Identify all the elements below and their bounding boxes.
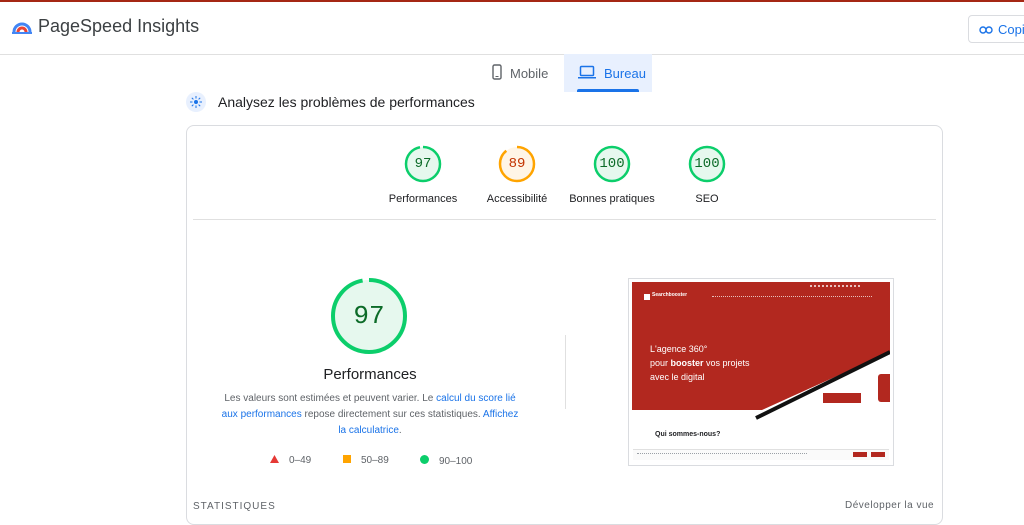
score-ring: 89	[498, 145, 536, 183]
copy-link-label: Copie	[998, 21, 1024, 37]
score-ring: 100	[593, 145, 631, 183]
app-title[interactable]: PageSpeed Insights	[38, 16, 199, 37]
performance-title: Performances	[323, 366, 417, 383]
stats-heading: STATISTIQUES	[193, 501, 276, 512]
sparkle-icon	[186, 92, 206, 112]
gauge-performance[interactable]: 97 Performances	[373, 145, 473, 205]
desc-text: Les valeurs sont estimées et peuvent var…	[224, 393, 437, 404]
performance-description: Les valeurs sont estimées et peuvent var…	[219, 391, 521, 439]
vertical-separator	[565, 335, 566, 409]
section-title-text: Analysez les problèmes de performances	[218, 94, 475, 110]
scores-divider	[193, 219, 936, 220]
legend-range: 0–49	[289, 455, 312, 466]
legend-fail: 0–49	[270, 455, 311, 466]
laptop-icon	[578, 65, 596, 82]
circle-icon	[420, 455, 429, 467]
desc-text: repose directement sur ces statistiques.	[301, 409, 483, 420]
desc-text: .	[398, 425, 402, 436]
app-header: PageSpeed Insights Copie	[0, 2, 1024, 55]
cookie-banner	[633, 449, 889, 460]
gauge-accessibility[interactable]: 89 Accessibilité	[467, 145, 567, 205]
legend-range: 50–89	[361, 455, 389, 466]
cookie-refuse-button	[871, 452, 885, 457]
square-icon	[343, 455, 351, 466]
score-value: 100	[599, 156, 625, 172]
page-screenshot[interactable]: Searchbooster L'agence 360° pour booster…	[628, 278, 894, 466]
tab-bureau[interactable]: Bureau	[564, 54, 652, 92]
gauge-seo[interactable]: 100 SEO	[657, 145, 757, 205]
score-value: 89	[508, 156, 526, 172]
score-label: Performances	[388, 193, 458, 205]
screenshot-hero: Searchbooster L'agence 360° pour booster…	[632, 282, 890, 420]
legend-average: 50–89	[343, 455, 389, 466]
expand-view-toggle[interactable]: Développer la vue	[845, 500, 934, 511]
gauge-best-practices[interactable]: 100 Bonnes pratiques	[562, 145, 662, 205]
score-ring: 100	[688, 145, 726, 183]
score-value: 97	[414, 156, 432, 172]
device-tabs: Mobile Bureau	[478, 54, 652, 92]
screenshot-heading: Qui sommes-nous?	[655, 431, 721, 438]
section-title: Analysez les problèmes de performances	[186, 92, 475, 112]
performance-score: 97	[353, 301, 385, 331]
score-label: Bonnes pratiques	[569, 193, 655, 205]
score-label: SEO	[695, 193, 719, 205]
tab-mobile[interactable]: Mobile	[478, 54, 564, 92]
score-ring: 97	[404, 145, 442, 183]
legend-range: 90–100	[439, 455, 473, 467]
score-label: Accessibilité	[486, 193, 548, 205]
legend-pass: 90–100	[420, 455, 472, 467]
tab-bureau-label: Bureau	[604, 65, 646, 81]
cookie-text	[637, 453, 807, 457]
pagespeed-logo-icon[interactable]	[12, 18, 32, 39]
tab-mobile-label: Mobile	[510, 65, 549, 81]
copy-link-button[interactable]: Copie	[968, 15, 1024, 43]
smartphone-icon	[492, 63, 502, 83]
link-icon	[979, 22, 993, 37]
performance-big-gauge: 97	[330, 277, 408, 355]
score-value: 100	[694, 156, 720, 172]
triangle-icon	[270, 455, 279, 466]
side-contact-tab	[878, 374, 890, 402]
cookie-accept-button	[853, 452, 867, 457]
hero-cta-button	[822, 392, 862, 404]
